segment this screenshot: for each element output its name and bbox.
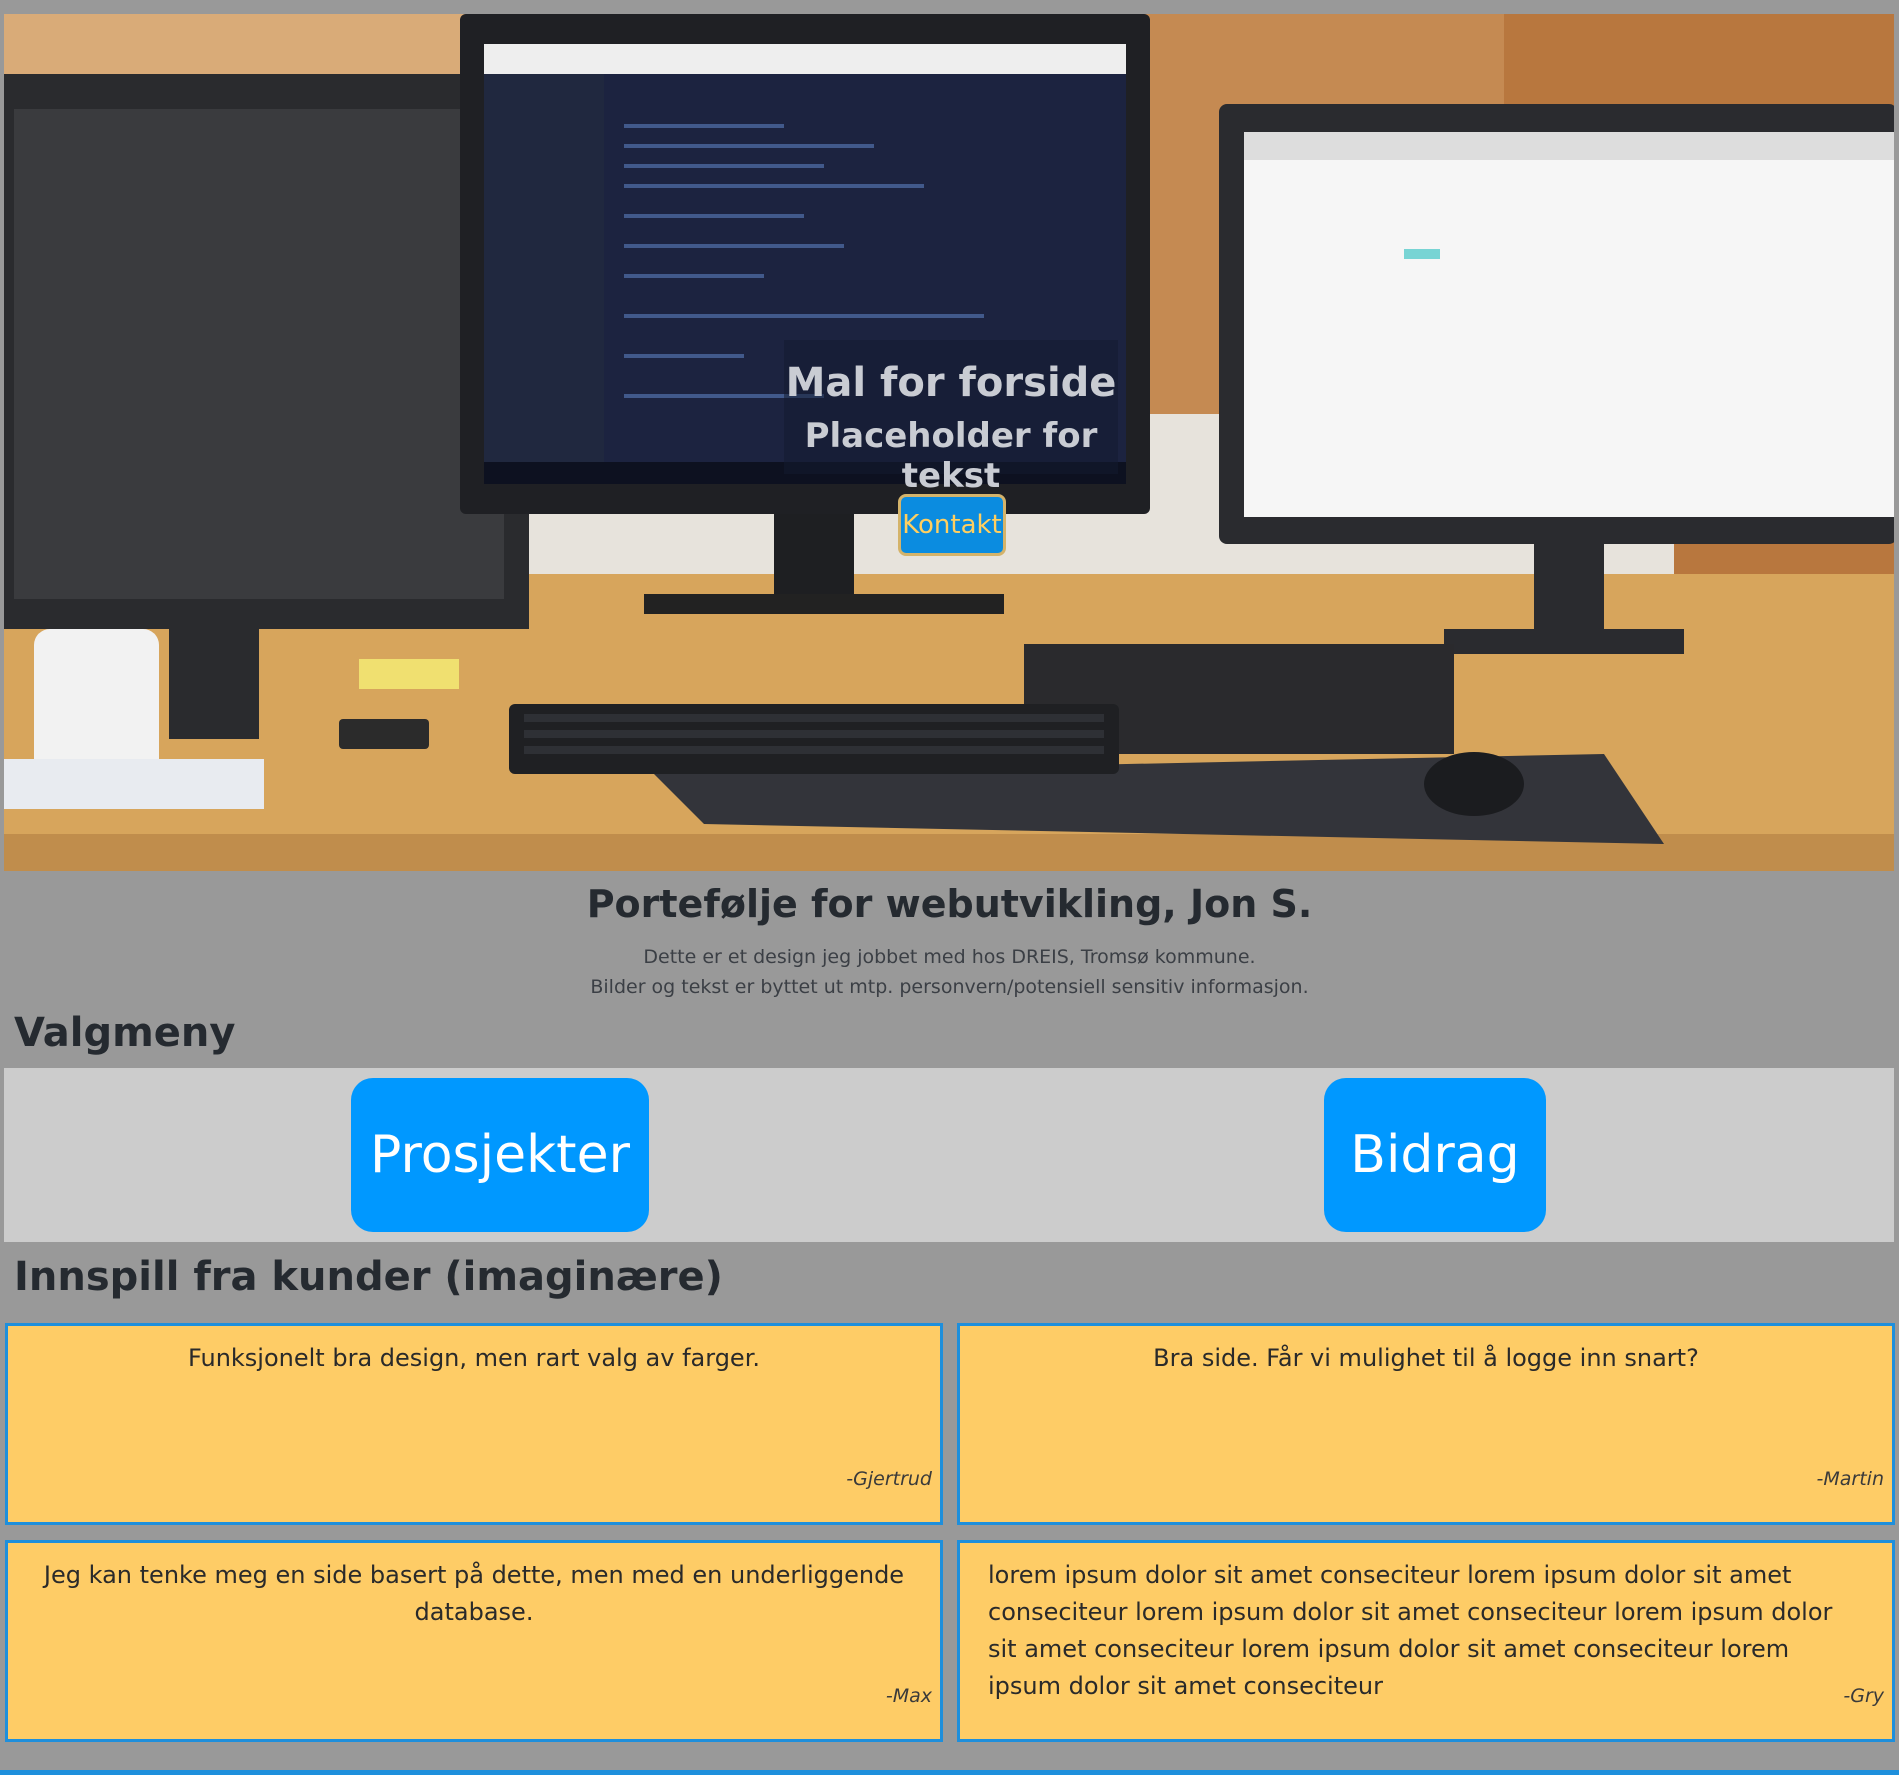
hero-subtitle: Placeholder for tekst <box>804 416 1098 496</box>
feedback-author: -Gry <box>1843 1685 1884 1707</box>
hero-title: Mal for forside <box>785 360 1117 406</box>
feedback-card: Bra side. Får vi mulighet til å logge in… <box>957 1323 1895 1525</box>
feedback-author: -Max <box>885 1685 932 1707</box>
contributions-button[interactable]: Bidrag <box>1324 1078 1546 1232</box>
intro-text: Dette er et design jeg jobbet med hos DR… <box>0 942 1899 1002</box>
feedback-card: Funksjonelt bra design, men rart valg av… <box>5 1323 943 1525</box>
menu-band: Prosjekter Bidrag <box>4 1068 1894 1242</box>
hero-caption-box: Mal for forside Placeholder for tekst <box>784 340 1118 496</box>
feedback-text: Bra side. Får vi mulighet til å logge in… <box>1153 1344 1699 1372</box>
feedback-text: Jeg kan tenke meg en side basert på dett… <box>43 1561 905 1626</box>
feedback-card: lorem ipsum dolor sit amet conseciteur l… <box>957 1540 1895 1742</box>
page-title: Portefølje for webutvikling, Jon S. <box>586 882 1313 926</box>
contact-button[interactable]: Kontakt <box>898 494 1006 556</box>
feedback-heading: Innspill fra kunder (imaginære) <box>14 1254 723 1300</box>
feedback-text: Funksjonelt bra design, men rart valg av… <box>187 1344 760 1372</box>
intro-line-1: Dette er et design jeg jobbet med hos DR… <box>643 946 1256 968</box>
bottom-divider <box>0 1770 1899 1775</box>
feedback-text: lorem ipsum dolor sit amet conseciteur l… <box>988 1561 1833 1700</box>
intro-line-2: Bilder og tekst er byttet ut mtp. person… <box>590 976 1309 998</box>
menu-heading: Valgmeny <box>14 1010 236 1056</box>
feedback-author: -Gjertrud <box>846 1468 932 1490</box>
projects-button[interactable]: Prosjekter <box>351 1078 649 1232</box>
hero-banner: Mal for forside Placeholder for tekst Ko… <box>4 14 1894 871</box>
feedback-author: -Martin <box>1816 1468 1884 1490</box>
feedback-card: Jeg kan tenke meg en side basert på dett… <box>5 1540 943 1742</box>
